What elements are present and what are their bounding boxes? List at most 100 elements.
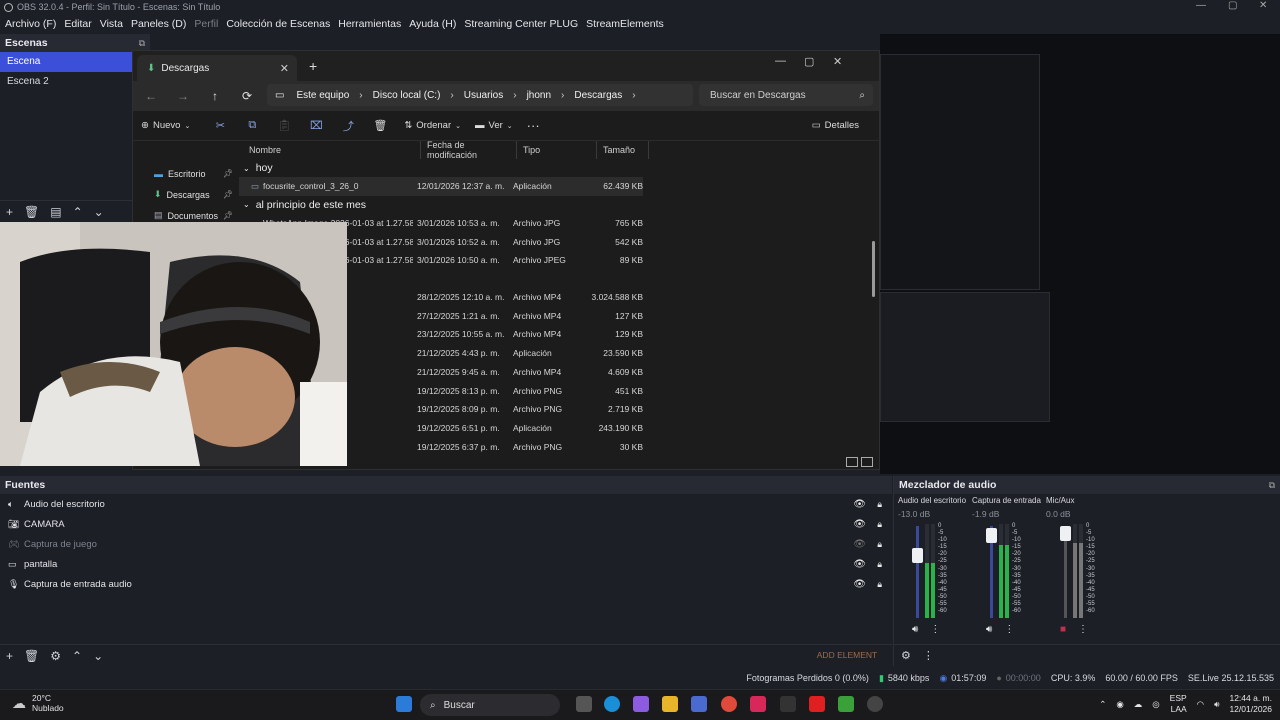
menu-item[interactable]: Ayuda (H)	[409, 18, 456, 30]
lock-icon[interactable]: 🔒︎	[877, 519, 882, 530]
source-item[interactable]: ▭ pantalla 👁︎ 🔒︎	[0, 554, 892, 574]
menu-item[interactable]: Paneles (D)	[131, 18, 186, 30]
location-icon[interactable]: ◎	[1152, 699, 1159, 710]
edge-icon[interactable]	[604, 696, 620, 712]
menu-item[interactable]: Herramientas	[338, 18, 401, 30]
lock-icon[interactable]: 🔒︎	[877, 539, 882, 550]
close-tab-icon[interactable]: ✕	[280, 62, 289, 75]
breadcrumb-item[interactable]: jhonn	[527, 90, 551, 101]
menu-item[interactable]: Vista	[100, 18, 123, 30]
speaker-icon[interactable]: 🔊︎	[912, 624, 918, 635]
add-icon[interactable]: +	[6, 205, 13, 219]
close-icon[interactable]: ✕	[833, 55, 842, 68]
eye-off-icon[interactable]: 👁︎	[853, 539, 866, 550]
add-icon[interactable]: +	[6, 649, 13, 663]
delete-icon[interactable]: 🗑︎	[364, 119, 396, 132]
sort-button[interactable]: ⇅ Ordenar ⌄	[404, 120, 461, 131]
details-button[interactable]: ▭ Detalles	[812, 120, 859, 131]
chevron-down-icon[interactable]: ⌄	[94, 205, 104, 219]
menu-item[interactable]: Perfil	[194, 18, 218, 30]
more-icon[interactable]: ⋮	[923, 649, 934, 662]
menu-item[interactable]: StreamElements	[586, 18, 664, 30]
breadcrumb-item[interactable]: Disco local (C:)	[373, 90, 441, 101]
trash-icon[interactable]: 🗑︎	[24, 649, 39, 663]
nav-item-desktop[interactable]: ▬ Escritorio 📌︎	[133, 163, 239, 184]
language-indicator[interactable]: ESP LAA	[1170, 693, 1187, 715]
back-icon[interactable]: ←	[139, 89, 163, 103]
slider-knob[interactable]	[986, 528, 997, 543]
filter-icon[interactable]: ▤	[50, 205, 61, 219]
column-date[interactable]: Fecha de modificación	[421, 140, 517, 160]
chevron-up-icon[interactable]: ⌃	[73, 205, 83, 219]
more-icon[interactable]: ⋮	[930, 624, 940, 635]
folder-icon[interactable]	[662, 696, 678, 712]
minimize-icon[interactable]: —	[1196, 0, 1206, 11]
source-item[interactable]: 🎙︎ Captura de entrada audio 👁︎ 🔒︎	[0, 574, 892, 594]
task-view-icon[interactable]	[576, 696, 592, 712]
minecraft-icon[interactable]	[838, 696, 854, 712]
more-icon[interactable]: ⋮	[1004, 624, 1014, 635]
network-icon[interactable]: ◉	[1116, 699, 1123, 710]
details-view-icon[interactable]	[846, 457, 858, 467]
speaker-icon[interactable]: 🔊︎	[986, 624, 992, 635]
scene-item[interactable]: Escena 2	[0, 72, 150, 92]
file-group-header[interactable]: ⌄ al principio de este mes	[239, 196, 873, 214]
more-icon[interactable]: ⋮	[1078, 624, 1088, 635]
breadcrumb[interactable]: ▭ Este equipo › Disco local (C:) › Usuario…	[267, 84, 693, 106]
tiktok-icon[interactable]	[750, 696, 766, 712]
column-name[interactable]: Nombre	[243, 141, 421, 159]
paste-icon[interactable]: 📋︎	[268, 119, 300, 132]
rename-icon[interactable]: ⌧	[300, 119, 332, 132]
weather-widget[interactable]: ☁ 20°C Nublado	[12, 693, 64, 713]
search-input[interactable]: Buscar en Descargas ⌕	[699, 84, 873, 106]
lock-icon[interactable]: 🔒︎	[877, 559, 882, 570]
onedrive-icon[interactable]: ☁	[1134, 699, 1143, 710]
minimize-icon[interactable]: —	[775, 55, 786, 67]
chevron-down-icon[interactable]: ⌄	[93, 649, 103, 663]
store-icon[interactable]	[691, 696, 707, 712]
source-item[interactable]: 🎮︎ Captura de juego 👁︎ 🔒︎	[0, 534, 892, 554]
column-type[interactable]: Tipo	[517, 141, 597, 159]
volume-slider[interactable]	[1060, 526, 1071, 618]
lock-icon[interactable]: 🔒︎	[877, 579, 882, 590]
add-element-button[interactable]: ADD ELEMENT	[810, 647, 884, 663]
copilot-icon[interactable]	[633, 696, 649, 712]
trash-icon[interactable]: 🗑︎	[24, 205, 39, 219]
chevron-up-icon[interactable]: ⌃	[1099, 699, 1106, 710]
youtube-icon[interactable]	[809, 696, 825, 712]
float-dock-icon[interactable]: ⧉	[139, 38, 145, 49]
share-icon[interactable]: ⤴	[332, 118, 364, 134]
clock[interactable]: 12:44 a. m. 12/01/2026	[1229, 693, 1272, 715]
lock-icon[interactable]: 🔒︎	[877, 499, 882, 510]
new-button[interactable]: ⊕ Nuevo ⌄	[141, 120, 190, 131]
maximize-icon[interactable]: ▢	[1228, 0, 1237, 11]
menu-item[interactable]: Streaming Center PLUG	[464, 18, 578, 30]
windows-start-icon[interactable]	[396, 696, 412, 712]
volume-icon[interactable]: 🔊︎	[1214, 699, 1219, 710]
breadcrumb-item[interactable]: Usuarios	[464, 90, 503, 101]
eye-icon[interactable]: 👁︎	[853, 519, 866, 530]
obs-icon[interactable]	[867, 696, 883, 712]
eye-icon[interactable]: 👁︎	[853, 499, 866, 510]
taskbar-search[interactable]: ⌕ Buscar	[420, 694, 560, 716]
menu-item[interactable]: Colección de Escenas	[226, 18, 330, 30]
wifi-icon[interactable]: ◠	[1197, 699, 1204, 710]
file-row[interactable]: ▭ focusrite_control_3_26_0 12/01/2026 12:3…	[239, 177, 643, 196]
tm-icon[interactable]	[780, 696, 796, 712]
copy-icon[interactable]: ⧉	[236, 119, 268, 132]
eye-icon[interactable]: 👁︎	[853, 559, 866, 570]
close-icon[interactable]: ✕	[1259, 0, 1267, 11]
forward-icon[interactable]: →	[171, 89, 195, 103]
maximize-icon[interactable]: ▢	[804, 55, 814, 68]
view-button[interactable]: ▬ Ver ⌄	[475, 120, 513, 131]
float-dock-icon[interactable]: ⧉	[1269, 480, 1275, 491]
scene-item[interactable]: Escena	[0, 52, 150, 72]
source-item[interactable]: 🔈︎ Audio del escritorio 👁︎ 🔒︎	[0, 494, 892, 514]
menu-item[interactable]: Editar	[64, 18, 91, 30]
volume-slider[interactable]	[912, 526, 923, 618]
slider-knob[interactable]	[1060, 526, 1071, 541]
eye-icon[interactable]: 👁︎	[853, 579, 866, 590]
nav-item-downloads[interactable]: ⬇ Descargas 📌︎	[133, 184, 239, 205]
menu-item[interactable]: Archivo (F)	[5, 18, 56, 30]
new-tab-icon[interactable]: +	[309, 58, 317, 74]
